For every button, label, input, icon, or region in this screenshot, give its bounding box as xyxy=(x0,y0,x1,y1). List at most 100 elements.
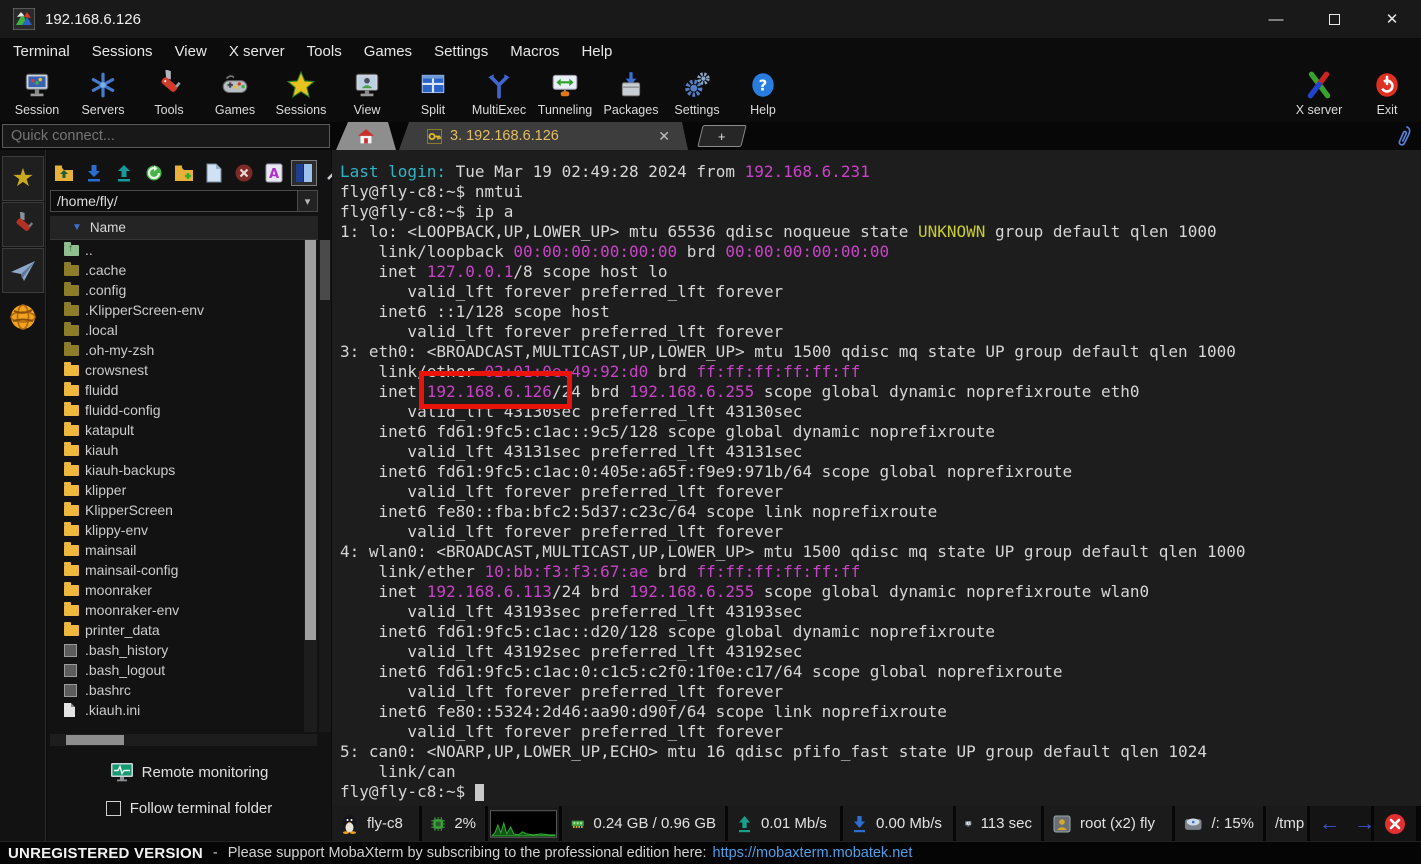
terminal-line: inet6 fe80::5324:2d46:aa90:d90f/64 scope… xyxy=(340,702,1421,722)
file-row[interactable]: .config xyxy=(50,280,302,300)
file-row[interactable]: fluidd xyxy=(50,380,302,400)
remote-browser-tab[interactable] xyxy=(2,294,44,339)
file-row[interactable]: .bash_logout xyxy=(50,660,302,680)
terminal-line: inet6 fd61:9fc5:c1ac:0:c1c5:c2f0:1f0e:c1… xyxy=(340,662,1421,682)
file-row[interactable]: kiauh-backups xyxy=(50,460,302,480)
quick-connect-input[interactable] xyxy=(2,124,330,148)
split-view-button[interactable] xyxy=(291,160,317,186)
terminal-line: valid_lft 43192sec preferred_lft 43192se… xyxy=(340,642,1421,662)
menu-help[interactable]: Help xyxy=(570,40,623,63)
menu-view[interactable]: View xyxy=(164,40,218,63)
terminal-line: valid_lft 43131sec preferred_lft 43131se… xyxy=(340,442,1421,462)
file-name: fluidd xyxy=(85,382,118,398)
sessions-panel-tab[interactable]: ★ xyxy=(2,156,44,201)
toolbar-packages-button[interactable]: Packages xyxy=(596,68,666,117)
users-icon xyxy=(1053,815,1071,833)
file-row[interactable]: .local xyxy=(50,320,302,340)
toolbar-xserver-button[interactable]: X server xyxy=(1284,68,1354,117)
path-dropdown[interactable]: /home/fly/ ▾ xyxy=(50,190,318,212)
split-icon xyxy=(398,68,468,102)
parent-folder-button[interactable] xyxy=(51,160,77,186)
file-row[interactable]: kiauh xyxy=(50,440,302,460)
toolbar-view-button[interactable]: View xyxy=(332,68,402,117)
menu-sessions[interactable]: Sessions xyxy=(81,40,164,63)
file-row[interactable]: KlipperScreen xyxy=(50,500,302,520)
tab-close-icon[interactable]: ✕ xyxy=(658,128,670,145)
rename-button[interactable]: A xyxy=(261,160,287,186)
upload-button[interactable] xyxy=(111,160,137,186)
remote-monitoring-button[interactable]: Remote monitoring xyxy=(47,758,331,786)
new-folder-button[interactable] xyxy=(171,160,197,186)
file-row[interactable]: .KlipperScreen-env xyxy=(50,300,302,320)
menu-tools[interactable]: Tools xyxy=(296,40,353,63)
toolbar-servers-button[interactable]: Servers xyxy=(68,68,138,117)
menu-games[interactable]: Games xyxy=(353,40,423,63)
new-tab-button[interactable]: + xyxy=(697,125,746,147)
new-file-button[interactable] xyxy=(201,160,227,186)
mobatek-link[interactable]: https://mobaxterm.mobatek.net xyxy=(713,845,913,861)
toolbar-tunneling-button[interactable]: Tunneling xyxy=(530,68,600,117)
file-row[interactable]: klipper xyxy=(50,480,302,500)
file-icon xyxy=(64,664,77,677)
toolbar-tools-button[interactable]: Tools xyxy=(134,68,204,117)
delete-button[interactable] xyxy=(231,160,257,186)
file-list-hscrollbar[interactable] xyxy=(50,734,317,746)
support-text: Please support MobaXterm by subscribing … xyxy=(228,845,707,861)
previous-tab-arrow-icon[interactable]: ← xyxy=(1319,812,1340,836)
toolbar-session-button[interactable]: Session xyxy=(2,68,72,117)
file-row[interactable]: moonraker-env xyxy=(50,600,302,620)
home-tab[interactable] xyxy=(336,122,396,150)
folder-icon xyxy=(64,445,79,456)
toolbar-split-button[interactable]: Split xyxy=(398,68,468,117)
file-row[interactable]: .oh-my-zsh xyxy=(50,340,302,360)
file-row[interactable]: moonraker xyxy=(50,580,302,600)
file-row[interactable]: .. xyxy=(50,240,302,260)
next-tab-arrow-icon[interactable]: → xyxy=(1354,812,1374,836)
scrollbar-thumb[interactable] xyxy=(305,240,316,640)
file-row[interactable]: fluidd-config xyxy=(50,400,302,420)
toolbar-help-button[interactable]: ? Help xyxy=(728,68,798,117)
file-row[interactable]: crowsnest xyxy=(50,360,302,380)
refresh-button[interactable] xyxy=(141,160,167,186)
toolbar-games-button[interactable]: Games xyxy=(200,68,270,117)
follow-terminal-folder-checkbox[interactable] xyxy=(106,801,121,816)
terminal-output[interactable]: Last login: Tue Mar 19 02:49:28 2024 fro… xyxy=(332,150,1421,806)
name-column-header[interactable]: ▼ Name xyxy=(50,216,318,240)
close-button[interactable]: ✕ xyxy=(1363,0,1421,38)
panel-scrollbar[interactable] xyxy=(319,240,331,732)
minimize-button[interactable]: — xyxy=(1247,0,1305,38)
menu-macros[interactable]: Macros xyxy=(499,40,570,63)
toolbar-multiexec-button[interactable]: MultiExec xyxy=(464,68,534,117)
hscrollbar-thumb[interactable] xyxy=(66,735,124,745)
file-row[interactable]: mainsail-config xyxy=(50,560,302,580)
file-name: .KlipperScreen-env xyxy=(85,302,204,318)
paperclip-icon[interactable] xyxy=(1395,124,1413,148)
menu-terminal[interactable]: Terminal xyxy=(2,40,81,63)
sftp-panel-tab[interactable] xyxy=(2,248,44,293)
toolbar-exit-button[interactable]: Exit xyxy=(1352,68,1421,117)
toolbar-sessions-button[interactable]: Sessions xyxy=(266,68,336,117)
file-list-scrollbar[interactable] xyxy=(304,240,317,732)
file-row[interactable]: .bash_history xyxy=(50,640,302,660)
tools-panel-tab[interactable] xyxy=(2,202,44,247)
toolbar-settings-button[interactable]: Settings xyxy=(662,68,732,117)
menu-xserver[interactable]: X server xyxy=(218,40,296,63)
maximize-button[interactable] xyxy=(1305,0,1363,38)
file-row[interactable]: mainsail xyxy=(50,540,302,560)
file-row[interactable]: printer_data xyxy=(50,620,302,640)
file-row[interactable]: klippy-env xyxy=(50,520,302,540)
chevron-down-icon[interactable]: ▾ xyxy=(297,191,317,211)
file-row[interactable]: katapult xyxy=(50,420,302,440)
file-name: mainsail-config xyxy=(85,562,178,578)
status-bar: fly-c8 2% 0.24 GB / 0.96 GB 0.01 Mb/s 0.… xyxy=(332,806,1421,841)
servers-icon xyxy=(68,68,138,102)
terminal-tab[interactable]: 3. 192.168.6.126 ✕ xyxy=(399,122,688,150)
close-terminal-icon[interactable] xyxy=(1384,813,1406,835)
view-icon xyxy=(332,68,402,102)
file-row[interactable]: .kiauh.ini xyxy=(50,700,302,720)
tux-icon xyxy=(341,814,358,834)
file-row[interactable]: .cache xyxy=(50,260,302,280)
menu-settings[interactable]: Settings xyxy=(423,40,499,63)
download-button[interactable] xyxy=(81,160,107,186)
file-row[interactable]: .bashrc xyxy=(50,680,302,700)
